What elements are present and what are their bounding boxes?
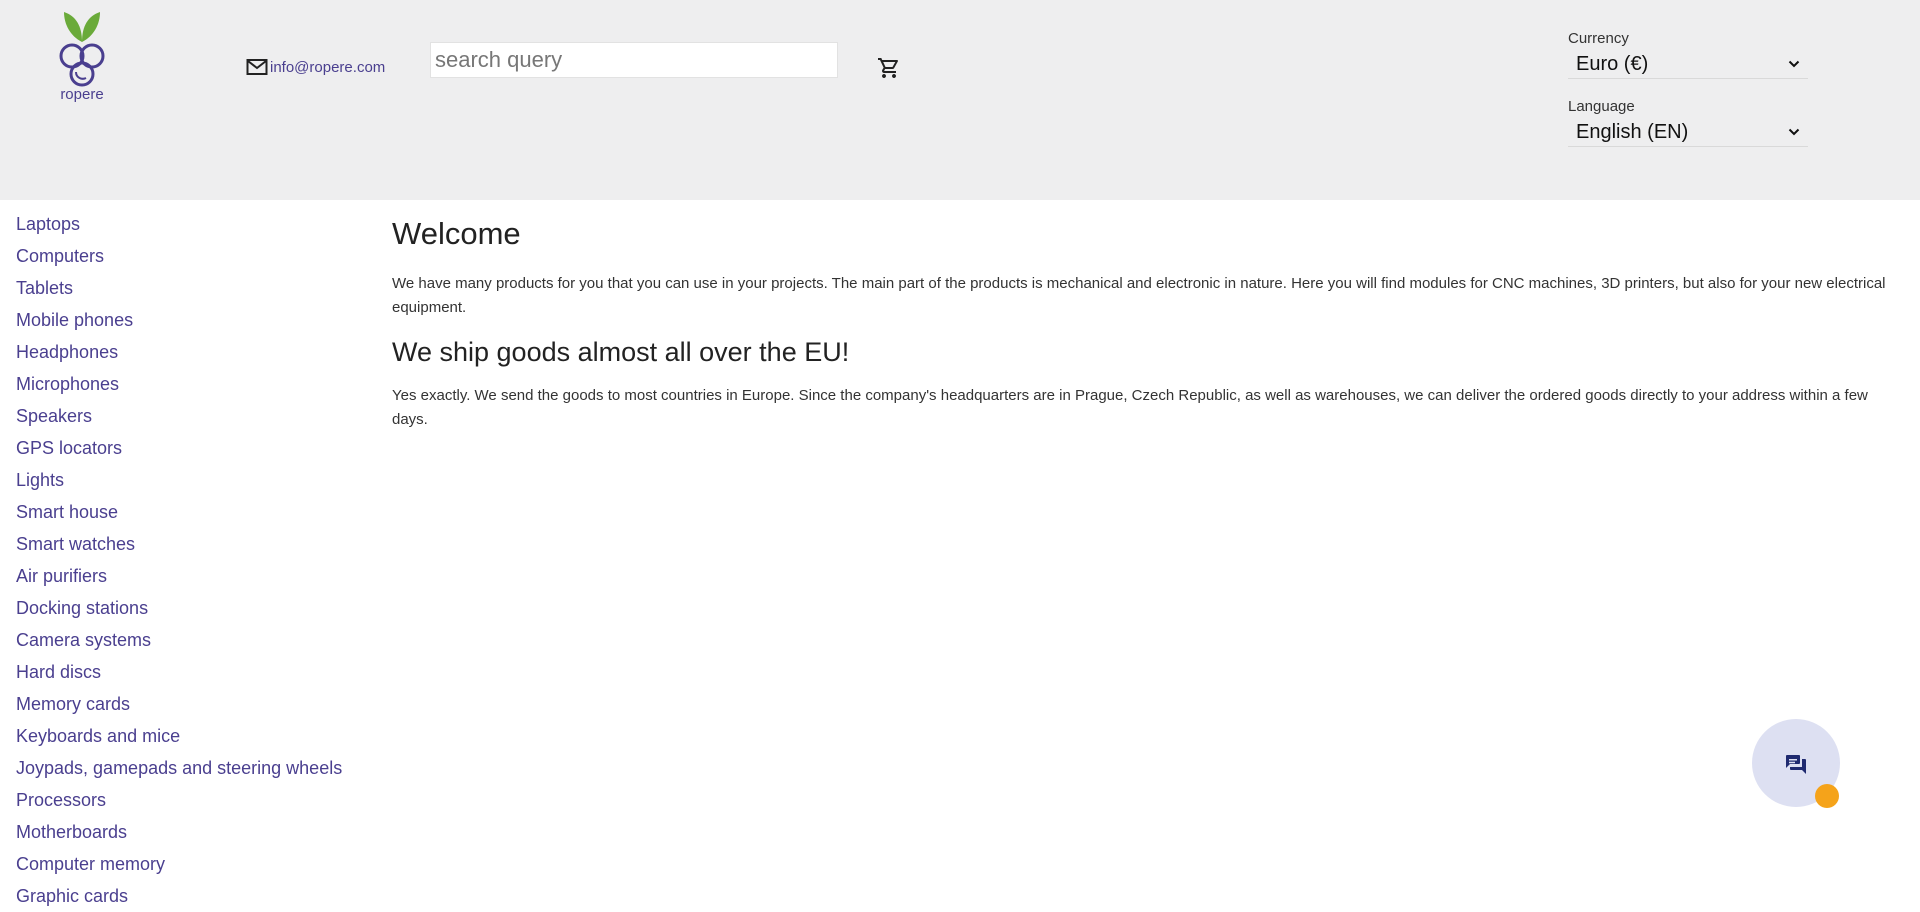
sidebar-item-tablets[interactable]: Tablets [16,272,356,304]
currency-group: Currency Euro (€) [1568,30,1808,79]
sidebar-item-lights[interactable]: Lights [16,464,356,496]
page-title: Welcome [392,216,521,251]
email-text: info@ropere.com [270,58,386,76]
search-input[interactable] [430,42,838,78]
currency-value: Euro (€) [1576,52,1649,75]
shipping-title: We ship goods almost all over the EU! [392,337,850,367]
email-link[interactable]: info@ropere.com [246,58,385,76]
currency-label: Currency [1568,30,1629,47]
chat-notification-badge [1815,784,1839,808]
sidebar-item-memory-cards[interactable]: Memory cards [16,688,356,720]
sidebar-item-hard-discs[interactable]: Hard discs [16,656,356,688]
sidebar-item-headphones[interactable]: Headphones [16,336,356,368]
sidebar-item-processors[interactable]: Processors [16,784,356,816]
language-value: English (EN) [1576,120,1689,143]
logo-text: ropere [60,86,104,103]
cart-button[interactable] [877,56,901,85]
chevron-down-icon [1788,128,1800,136]
main-content: Welcome We have many products for you th… [392,212,1900,444]
sidebar-item-joypads[interactable]: Joypads, gamepads and steering wheels [16,752,356,784]
language-label: Language [1568,98,1635,115]
sidebar-item-air-purifiers[interactable]: Air purifiers [16,560,356,592]
language-group: Language English (EN) [1568,98,1808,147]
shipping-text: Yes exactly. We send the goods to most c… [392,387,1868,428]
currency-select[interactable]: Euro (€) [1568,50,1808,79]
sidebar-item-keyboards-and-mice[interactable]: Keyboards and mice [16,720,356,752]
sidebar-item-camera-systems[interactable]: Camera systems [16,624,356,656]
sidebar-item-laptops[interactable]: Laptops [16,208,356,240]
sidebar-item-gps-locators[interactable]: GPS locators [16,432,356,464]
sidebar-item-mobile-phones[interactable]: Mobile phones [16,304,356,336]
sidebar-item-smart-house[interactable]: Smart house [16,496,356,528]
cart-icon [878,58,898,78]
sidebar-item-speakers[interactable]: Speakers [16,400,356,432]
sidebar-item-smart-watches[interactable]: Smart watches [16,528,356,560]
sidebar-item-docking-stations[interactable]: Docking stations [16,592,356,624]
intro-text: We have many products for you that you c… [392,275,1886,316]
sidebar-item-microphones[interactable]: Microphones [16,368,356,400]
sidebar-item-computer-memory[interactable]: Computer memory [16,848,356,880]
category-sidebar: Laptops Computers Tablets Mobile phones … [16,208,356,912]
logo-link[interactable]: ropere [52,6,112,103]
header: ropere info@ropere.com Currency Euro (€)… [0,0,1920,200]
sidebar-item-motherboards[interactable]: Motherboards [16,816,356,848]
sidebar-item-graphic-cards[interactable]: Graphic cards [16,880,356,912]
language-select[interactable]: English (EN) [1568,118,1808,147]
grape-logo-icon [59,12,105,87]
sidebar-item-computers[interactable]: Computers [16,240,356,272]
mail-icon [246,59,268,75]
chevron-down-icon [1788,60,1800,68]
chat-icon [1786,755,1806,774]
